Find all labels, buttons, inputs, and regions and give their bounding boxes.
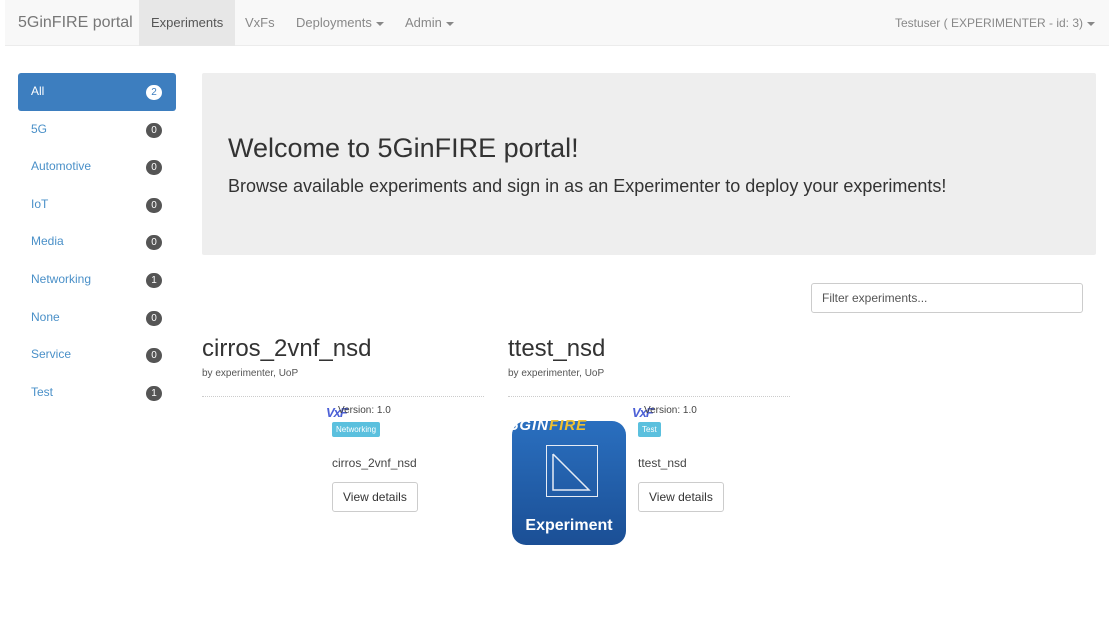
- experiment-author: by experimenter, UoP: [508, 368, 605, 379]
- sidebar-item-label: None: [31, 309, 60, 324]
- diagonal-icon: [539, 453, 605, 491]
- nav-experiments[interactable]: Experiments: [139, 0, 236, 46]
- nav-admin[interactable]: Admin: [405, 0, 454, 46]
- category-sidebar: All 2 5G 0 Automotive 0 IoT 0 Media 0 Network…: [18, 73, 176, 411]
- sidebar-item-label: IoT: [31, 196, 49, 211]
- experiment-name: ttest_nsd: [638, 456, 687, 470]
- sidebar-item-label: All: [31, 84, 45, 98]
- sidebar-item-all[interactable]: All 2: [18, 73, 176, 111]
- top-navbar: 5GinFIRE portal Experiments VxFs Deploym…: [5, 0, 1109, 46]
- sidebar-item-label: Networking: [31, 271, 92, 286]
- welcome-jumbotron: Welcome to 5GinFIRE portal! Browse avail…: [202, 73, 1096, 255]
- count-badge: 1: [146, 385, 162, 401]
- user-menu[interactable]: Testuser ( EXPERIMENTER - id: 3): [895, 0, 1095, 46]
- version-text: Version: 1.0: [338, 405, 391, 416]
- count-badge: 0: [146, 310, 162, 326]
- sidebar-item-iot[interactable]: IoT 0: [18, 186, 176, 224]
- sidebar-item-test[interactable]: Test 1: [18, 374, 176, 412]
- experiment-title[interactable]: cirros_2vnf_nsd: [202, 335, 484, 365]
- user-menu-label: Testuser ( EXPERIMENTER - id: 3): [894, 16, 1083, 30]
- category-label: Test: [638, 422, 661, 437]
- divider: [508, 396, 790, 397]
- sidebar-item-5g[interactable]: 5G 0: [18, 111, 176, 149]
- brand-link[interactable]: 5GinFIRE portal: [18, 14, 133, 32]
- view-details-button[interactable]: View details: [332, 482, 418, 512]
- count-badge: 0: [146, 348, 162, 364]
- package-icon: [539, 445, 605, 497]
- count-badge: 2: [146, 85, 162, 100]
- sidebar-item-networking[interactable]: Networking 1: [18, 261, 176, 299]
- logo-text-b: FIRE: [549, 417, 588, 434]
- nav-deployments[interactable]: Deployments: [296, 0, 384, 46]
- logo-text-a: 5GIN: [510, 417, 550, 434]
- thumbnail-label: Experiment: [525, 517, 613, 534]
- divider: [202, 396, 484, 397]
- sidebar-item-media[interactable]: Media 0: [18, 223, 176, 261]
- experiment-author: by experimenter, UoP: [202, 368, 299, 379]
- sidebar-item-label: Media: [31, 234, 64, 249]
- sidebar-item-label: 5G: [31, 121, 48, 136]
- experiment-thumbnail: 5GINFIRE Experiment: [510, 417, 626, 545]
- welcome-subtitle: Browse available experiments and sign in…: [228, 176, 947, 196]
- experiment-title[interactable]: ttest_nsd: [508, 335, 790, 365]
- experiment-name: cirros_2vnf_nsd: [332, 456, 417, 470]
- filter-experiments-input[interactable]: [811, 283, 1083, 313]
- count-badge: 0: [146, 160, 162, 176]
- sidebar-item-service[interactable]: Service 0: [18, 336, 176, 374]
- chevron-down-icon: [375, 21, 384, 26]
- count-badge: 1: [146, 272, 162, 288]
- view-details-button[interactable]: View details: [638, 482, 724, 512]
- count-badge: 0: [146, 122, 162, 138]
- sidebar-item-label: Automotive: [31, 159, 92, 174]
- count-badge: 0: [146, 235, 162, 251]
- chevron-down-icon: [445, 21, 454, 26]
- 5ginfire-logo: 5GINFIRE: [510, 417, 587, 434]
- version-text: Version: 1.0: [644, 405, 697, 416]
- nav-admin-label: Admin: [405, 15, 442, 30]
- sidebar-item-label: Test: [31, 384, 54, 399]
- chevron-down-icon: [1087, 21, 1095, 26]
- experiment-card: cirros_2vnf_nsd by experimenter, UoP VxF…: [202, 335, 484, 555]
- sidebar-item-automotive[interactable]: Automotive 0: [18, 148, 176, 186]
- welcome-title: Welcome to 5GinFIRE portal!: [228, 133, 579, 163]
- category-label: Networking: [332, 422, 381, 437]
- sidebar-item-label: Service: [31, 347, 72, 362]
- sidebar-item-none[interactable]: None 0: [18, 299, 176, 337]
- nav-vxfs[interactable]: VxFs: [245, 0, 275, 46]
- experiment-card: ttest_nsd by experimenter, UoP 5GINFIRE …: [508, 335, 790, 555]
- count-badge: 0: [146, 197, 162, 213]
- nav-deployments-label: Deployments: [296, 15, 372, 30]
